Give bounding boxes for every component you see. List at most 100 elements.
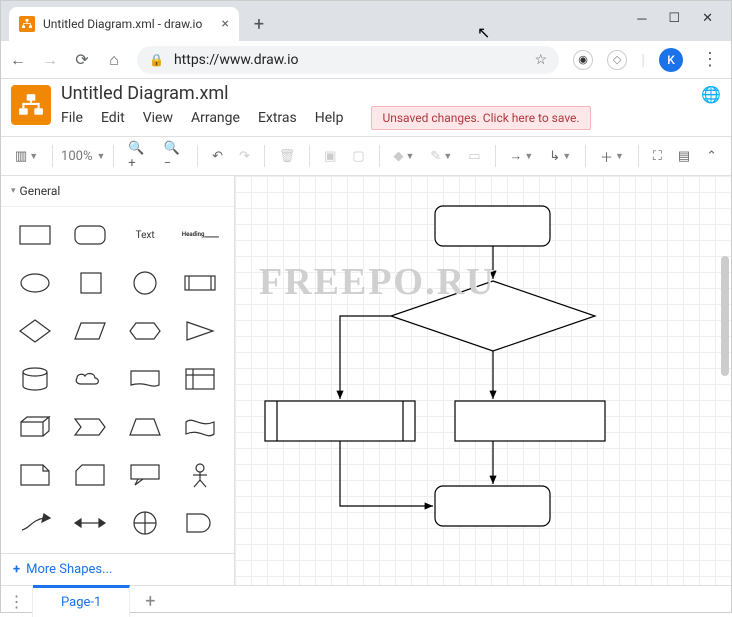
workspace: General Text Heading━━━━ [1,176,731,585]
extension-icon-1[interactable]: ◉ [573,50,593,70]
tab-title: Untitled Diagram.xml - draw.io [43,17,202,31]
vertical-scrollbar[interactable] [721,256,729,376]
shape-text[interactable]: Text [122,217,169,253]
shape-internal-storage[interactable] [177,361,224,397]
connection-icon[interactable]: → ▼ [503,144,539,168]
node-process-right [455,401,605,441]
new-tab-button[interactable]: + [245,10,273,38]
zoom-out-icon[interactable]: 🔍− [158,137,190,175]
watermark: FREEPO.RU [259,260,496,304]
menu-help[interactable]: Help [315,110,344,126]
app-logo[interactable] [11,85,51,125]
url-text: https://www.draw.io [174,52,299,68]
shape-curve-arrow[interactable] [11,505,58,541]
browser-menu-icon[interactable]: ⋮ [697,49,723,70]
bookmark-star-icon[interactable]: ☆ [535,52,548,68]
shape-square[interactable] [66,265,113,301]
shape-hexagon[interactable] [122,313,169,349]
node-start [435,206,550,246]
unsaved-warning[interactable]: Unsaved changes. Click here to save. [371,106,590,130]
page-tab-1[interactable]: Page-1 [33,585,130,617]
shape-document[interactable] [122,361,169,397]
to-back-icon[interactable]: ▢ [346,145,370,168]
shape-trapezoid[interactable] [122,409,169,445]
zoom-control[interactable]: 100% ▼ [61,149,105,164]
format-panel-icon[interactable]: ▤ [672,145,696,168]
collapse-icon[interactable]: ⌃ [700,145,723,168]
shape-cloud[interactable] [66,361,113,397]
close-window-icon[interactable]: ✕ [702,11,713,27]
shape-cylinder[interactable] [11,361,58,397]
node-process-left [265,401,415,441]
user-avatar[interactable]: K [659,48,683,72]
waypoint-icon[interactable]: ↳ ▼ [543,145,577,168]
browser-address-bar: ← → ⟳ ⌂ 🔒 https://www.draw.io ☆ ◉ ◇ | K … [1,41,731,79]
window-controls: ─ ☐ ✕ [637,11,731,41]
to-front-icon[interactable]: ▣ [318,145,342,168]
shape-circle[interactable] [122,265,169,301]
shape-rectangle[interactable] [11,217,58,253]
browser-tab[interactable]: Untitled Diagram.xml - draw.io × [9,7,239,41]
undo-icon[interactable]: ↶ [206,145,229,168]
shadow-icon[interactable]: ▭ [462,145,486,168]
shape-card[interactable] [66,457,113,493]
sidebar-toggle-button[interactable]: ▥ ▼ [9,145,44,168]
maximize-icon[interactable]: ☐ [668,11,680,27]
diagram-svg [235,176,731,556]
lock-icon: 🔒 [149,53,164,67]
delete-icon[interactable]: 🗑 [273,145,302,168]
document-title[interactable]: Untitled Diagram.xml [61,83,691,104]
menu-edit[interactable]: Edit [101,110,125,126]
language-icon[interactable]: 🌐 [701,85,721,104]
shapes-grid: Text Heading━━━━ [1,207,234,553]
page-tabs: ⋮ Page-1 + [1,585,731,617]
fill-color-icon[interactable]: ◆▼ [387,145,420,168]
shape-step[interactable] [66,409,113,445]
shape-and[interactable] [177,505,224,541]
shape-note[interactable] [11,457,58,493]
shape-ellipse[interactable] [11,265,58,301]
shape-parallelogram[interactable] [66,313,113,349]
menu-arrange[interactable]: Arrange [191,110,240,126]
extension-icon-2[interactable]: ◇ [607,50,627,70]
shape-bidirectional[interactable] [66,505,113,541]
redo-icon[interactable]: ↷ [233,145,256,168]
drawio-favicon [19,16,35,32]
reload-icon[interactable]: ⟳ [73,50,91,69]
shape-or[interactable] [122,505,169,541]
home-icon[interactable]: ⌂ [105,50,123,70]
add-page-button[interactable]: + [130,586,170,617]
shape-diamond[interactable] [11,313,58,349]
app-header: Untitled Diagram.xml File Edit View Arra… [1,79,731,130]
shape-tape[interactable] [177,409,224,445]
forward-icon[interactable]: → [41,50,59,70]
menubar: File Edit View Arrange Extras Help Unsav… [61,106,691,130]
toolbar: ▥ ▼ 100% ▼ 🔍+ 🔍− ↶ ↷ 🗑 ▣ ▢ ◆▼ ✎▼ ▭ → ▼ ↳… [1,136,731,176]
url-field[interactable]: 🔒 https://www.draw.io ☆ [137,46,559,74]
page-menu-icon[interactable]: ⋮ [1,586,33,617]
back-icon[interactable]: ← [9,50,27,70]
shape-heading[interactable]: Heading━━━━ [177,217,224,253]
menu-extras[interactable]: Extras [258,110,297,126]
zoom-in-icon[interactable]: 🔍+ [122,137,153,175]
more-shapes-button[interactable]: More Shapes... [1,553,234,585]
edge-decision-left [340,316,391,399]
palette-header-general[interactable]: General [1,176,234,207]
browser-titlebar: Untitled Diagram.xml - draw.io × + ─ ☐ ✕ [1,1,731,41]
tab-close-icon[interactable]: × [222,16,229,32]
line-color-icon[interactable]: ✎▼ [424,145,458,168]
shape-process[interactable] [177,265,224,301]
minimize-icon[interactable]: ─ [637,11,646,27]
shape-actor[interactable] [177,457,224,493]
shape-rounded-rect[interactable] [66,217,113,253]
insert-icon[interactable]: ＋ ▼ [594,143,630,170]
canvas[interactable]: FREEPO.RU [235,176,731,585]
shape-triangle[interactable] [177,313,224,349]
menu-file[interactable]: File [61,110,83,126]
shape-cube[interactable] [11,409,58,445]
node-end [435,486,550,526]
menu-view[interactable]: View [143,110,173,126]
shapes-sidebar: General Text Heading━━━━ [1,176,235,585]
fullscreen-icon[interactable]: ⛶ [647,145,668,168]
shape-callout[interactable] [122,457,169,493]
